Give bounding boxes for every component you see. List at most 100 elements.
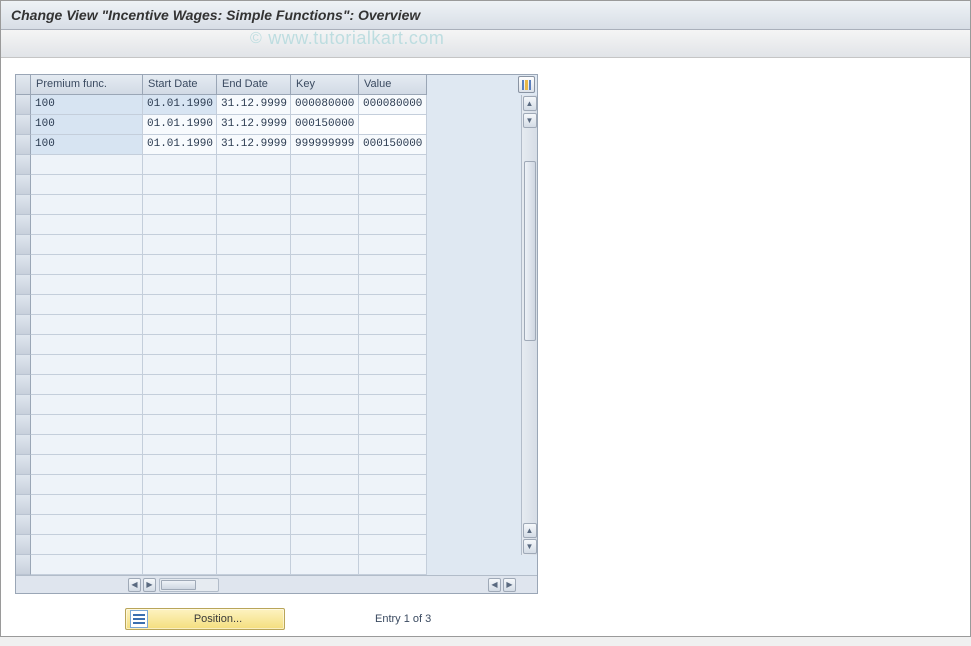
col-header-value[interactable]: Value [359, 75, 427, 95]
cell-end[interactable] [217, 435, 291, 455]
cell-key[interactable]: 000150000 [291, 115, 359, 135]
row-selector[interactable] [16, 475, 31, 495]
cell-premium[interactable] [31, 175, 143, 195]
cell-premium[interactable] [31, 155, 143, 175]
cell-key[interactable] [291, 155, 359, 175]
cell-end[interactable] [217, 215, 291, 235]
cell-key[interactable] [291, 495, 359, 515]
cell-start[interactable] [143, 315, 217, 335]
cell-key[interactable] [291, 555, 359, 575]
cell-premium[interactable] [31, 315, 143, 335]
cell-end[interactable] [217, 155, 291, 175]
cell-start[interactable] [143, 355, 217, 375]
row-selector[interactable] [16, 175, 31, 195]
cell-end[interactable] [217, 495, 291, 515]
cell-premium[interactable]: 100 [31, 135, 143, 155]
cell-key[interactable] [291, 295, 359, 315]
vertical-scrollbar[interactable]: ▲ ▼ ▲ ▼ [521, 95, 537, 555]
cell-value[interactable] [359, 115, 427, 135]
cell-key[interactable] [291, 335, 359, 355]
cell-premium[interactable] [31, 215, 143, 235]
cell-value[interactable] [359, 455, 427, 475]
cell-value[interactable] [359, 395, 427, 415]
row-selector[interactable] [16, 495, 31, 515]
scroll-down-end-button[interactable]: ▼ [523, 539, 537, 554]
cell-value[interactable] [359, 195, 427, 215]
cell-key[interactable] [291, 415, 359, 435]
cell-end[interactable] [217, 455, 291, 475]
cell-start[interactable]: 01.01.1990 [143, 95, 217, 115]
col-header-premium[interactable]: Premium func. [31, 75, 143, 95]
cell-start[interactable] [143, 295, 217, 315]
row-selector[interactable] [16, 95, 31, 115]
row-selector[interactable] [16, 455, 31, 475]
cell-start[interactable] [143, 435, 217, 455]
row-selector[interactable] [16, 115, 31, 135]
cell-start[interactable] [143, 215, 217, 235]
cell-premium[interactable] [31, 515, 143, 535]
cell-premium[interactable] [31, 255, 143, 275]
cell-value[interactable] [359, 555, 427, 575]
cell-end[interactable] [217, 375, 291, 395]
cell-key[interactable] [291, 315, 359, 335]
cell-value[interactable] [359, 355, 427, 375]
row-selector[interactable] [16, 155, 31, 175]
cell-start[interactable] [143, 535, 217, 555]
cell-value[interactable] [359, 275, 427, 295]
row-selector[interactable] [16, 195, 31, 215]
cell-start[interactable] [143, 395, 217, 415]
scroll-up-end-button[interactable]: ▲ [523, 523, 537, 538]
cell-premium[interactable] [31, 395, 143, 415]
cell-premium[interactable] [31, 235, 143, 255]
cell-value[interactable] [359, 495, 427, 515]
cell-end[interactable]: 31.12.9999 [217, 135, 291, 155]
cell-end[interactable] [217, 475, 291, 495]
cell-key[interactable] [291, 535, 359, 555]
cell-start[interactable]: 01.01.1990 [143, 135, 217, 155]
cell-premium[interactable] [31, 435, 143, 455]
cell-key[interactable] [291, 235, 359, 255]
cell-premium[interactable] [31, 415, 143, 435]
cell-value[interactable] [359, 175, 427, 195]
cell-end[interactable] [217, 315, 291, 335]
cell-end[interactable] [217, 415, 291, 435]
cell-start[interactable] [143, 155, 217, 175]
cell-start[interactable] [143, 455, 217, 475]
cell-end[interactable] [217, 235, 291, 255]
scroll-down-button[interactable]: ▼ [523, 113, 537, 128]
hscroll-right-button[interactable]: ▶ [143, 578, 156, 592]
row-selector[interactable] [16, 415, 31, 435]
row-selector[interactable] [16, 515, 31, 535]
vscroll-thumb[interactable] [524, 161, 536, 341]
col-header-start-date[interactable]: Start Date [143, 75, 217, 95]
cell-premium[interactable] [31, 555, 143, 575]
position-button[interactable]: Position... [125, 608, 285, 630]
vscroll-track[interactable] [523, 131, 537, 520]
cell-premium[interactable] [31, 495, 143, 515]
cell-key[interactable]: 999999999 [291, 135, 359, 155]
cell-value[interactable] [359, 475, 427, 495]
cell-value[interactable] [359, 215, 427, 235]
cell-end[interactable]: 31.12.9999 [217, 115, 291, 135]
cell-start[interactable] [143, 195, 217, 215]
cell-start[interactable] [143, 375, 217, 395]
cell-start[interactable] [143, 275, 217, 295]
row-selector[interactable] [16, 315, 31, 335]
table-settings-button[interactable] [518, 76, 535, 93]
cell-value[interactable] [359, 235, 427, 255]
cell-value[interactable] [359, 535, 427, 555]
cell-key[interactable] [291, 455, 359, 475]
cell-value[interactable]: 000080000 [359, 95, 427, 115]
cell-key[interactable] [291, 375, 359, 395]
row-selector[interactable] [16, 135, 31, 155]
cell-end[interactable] [217, 335, 291, 355]
row-selector[interactable] [16, 235, 31, 255]
cell-premium[interactable] [31, 295, 143, 315]
cell-value[interactable] [359, 415, 427, 435]
cell-value[interactable] [359, 515, 427, 535]
cell-start[interactable] [143, 335, 217, 355]
row-selector[interactable] [16, 355, 31, 375]
cell-key[interactable] [291, 475, 359, 495]
col-header-key[interactable]: Key [291, 75, 359, 95]
row-selector[interactable] [16, 395, 31, 415]
